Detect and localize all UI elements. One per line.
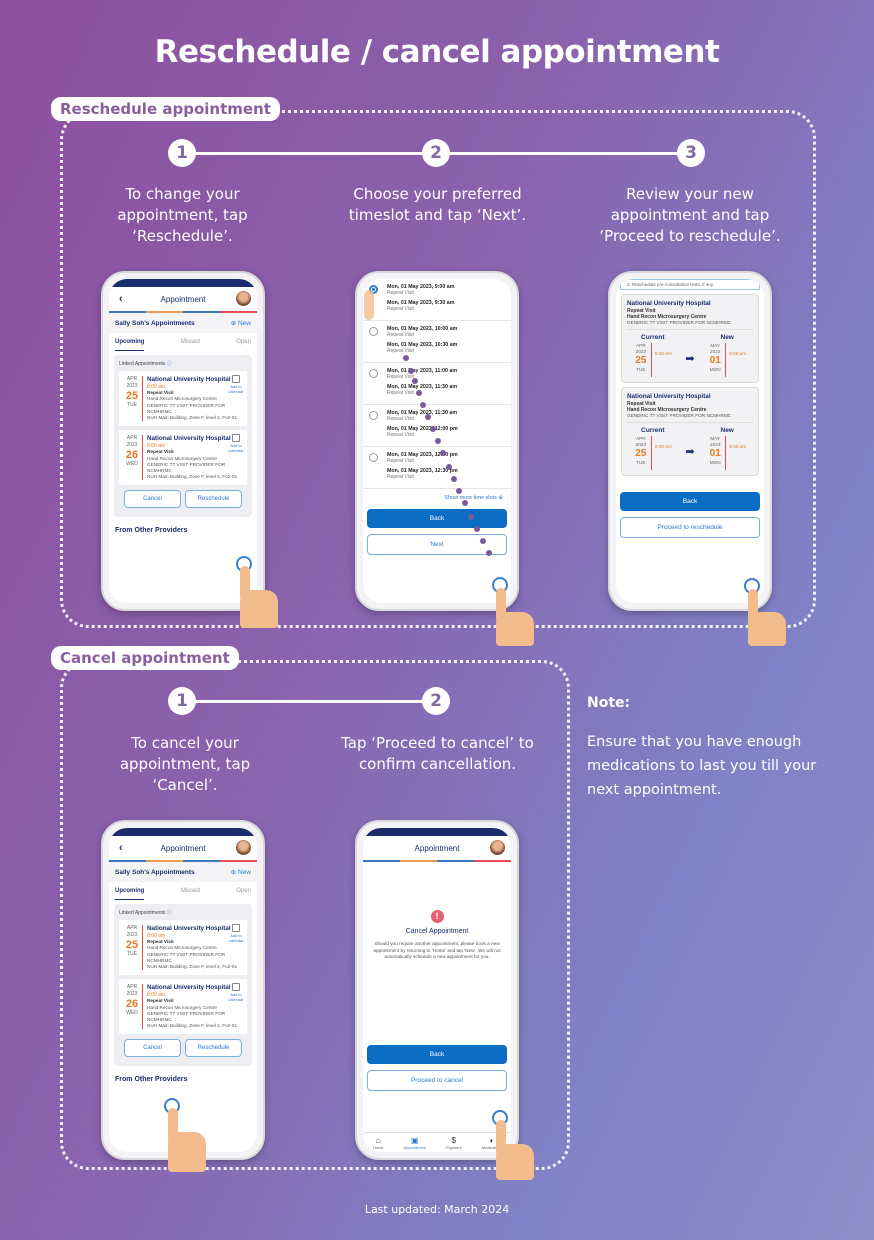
step-3-badge: 3 [677, 139, 705, 167]
appointment-card[interactable]: APR 2023 26 WED National University Hospita… [119, 430, 247, 486]
add-to-calendar-button[interactable]: Add to calendar [228, 924, 244, 943]
reschedule-button[interactable]: Reschedule [185, 490, 242, 509]
hand-palm-icon [748, 612, 786, 646]
note-title: Note: [587, 695, 631, 711]
linked-appointments-label: Linked Appointments ⓘ [119, 361, 172, 367]
home-icon: ⌂ [375, 1135, 381, 1145]
app-header-title: Appointment [160, 843, 206, 853]
linked-appointments-label: Linked Appointments ⓘ [119, 910, 172, 916]
tab-upcoming[interactable]: Upcoming [115, 339, 145, 351]
tab-open[interactable]: Open [236, 888, 251, 900]
owner-label: Sally Soh's Appointments [115, 319, 195, 327]
step-2-text: Tap ‘Proceed to cancel’ to confirm cance… [341, 734, 534, 773]
timeslot-group[interactable]: Mon, 01 May 2023, 12:00 pm Repeat Visit M… [363, 447, 511, 489]
step-1-text: To cancel your appointment, tap ‘Cancel’… [119, 734, 251, 794]
tab-missed[interactable]: Missed [181, 339, 200, 351]
proceed-to-cancel-button[interactable]: Proceed to cancel [367, 1069, 507, 1091]
cancel-button[interactable]: Cancel [124, 1039, 181, 1058]
reschedule-button[interactable]: Reschedule [185, 1039, 242, 1058]
calendar-icon [232, 375, 240, 383]
other-providers-heading: From Other Providers [115, 1076, 188, 1084]
hand-palm-icon [240, 590, 278, 628]
appointment-card[interactable]: APR 2023 26 WED National University Hospita… [119, 979, 247, 1035]
plus-circle-icon: ⊕ [498, 495, 503, 501]
step-2-badge: 2 [422, 139, 450, 167]
add-to-calendar-button[interactable]: Add to calendar [228, 983, 244, 1002]
calendar-icon: ▣ [411, 1135, 419, 1145]
reschedule-section-label: Reschedule appointment [51, 97, 280, 121]
back-button[interactable]: Back [367, 509, 507, 528]
arrow-right-icon: ➡ [685, 353, 695, 365]
calendar-icon [232, 983, 240, 992]
radio-button[interactable] [369, 327, 378, 336]
tab-missed[interactable]: Missed [181, 888, 200, 900]
tab-upcoming[interactable]: Upcoming [115, 888, 145, 900]
radio-button[interactable] [369, 411, 378, 420]
app-header-title: Appointment [160, 294, 206, 304]
cancel-dialog-title: Cancel Appointment [405, 928, 469, 935]
hand-palm-icon [496, 612, 534, 646]
phone-cancel-confirm: Appointment ! Cancel Appointment Should … [355, 820, 519, 1160]
phone-review-reschedule: 2. Reschedule pre-consultation tests, if… [608, 271, 772, 611]
step-connector [195, 700, 435, 703]
new-appointment-button[interactable]: ⊕ New [231, 319, 251, 327]
nav-home[interactable]: ⌂ Home [373, 1136, 384, 1150]
cancel-dialog-message: Should you require another appointment, … [373, 941, 501, 959]
review-card: National University Hospital Repeat Visi… [621, 294, 759, 383]
timeslot-group[interactable]: Mon, 01 May 2023, 10:00 am Repeat Visit M… [363, 321, 511, 363]
nav-payment[interactable]: $ Payment [446, 1136, 462, 1150]
alert-icon: ! [430, 910, 444, 923]
hand-palm-icon [496, 1144, 534, 1180]
nav-appointment[interactable]: ▣ Appointment [404, 1136, 426, 1150]
back-button[interactable]: Back [367, 1044, 507, 1064]
appointment-card[interactable]: APR 2023 25 TUE National University Hospita… [119, 371, 247, 427]
tab-open[interactable]: Open [236, 339, 251, 351]
step-3-text: Review your new appointment and tap ‘Pro… [599, 185, 781, 245]
app-header-title: Appointment [414, 843, 460, 853]
back-arrow-icon[interactable]: ‹ [119, 293, 123, 305]
dollar-icon: $ [451, 1135, 457, 1145]
add-to-calendar-button[interactable]: Add to calendar [228, 434, 244, 453]
cancel-button[interactable]: Cancel [124, 490, 181, 509]
last-updated: Last updated: March 2024 [364, 1203, 510, 1216]
phone-appointment-list-cancel: ‹ Appointment Sally Soh's Appointments ⊕ N… [101, 820, 265, 1160]
help-icon[interactable]: ⓘ [167, 361, 172, 367]
hand-palm-icon [168, 1132, 206, 1172]
other-providers-heading: From Other Providers [115, 527, 188, 535]
radio-button[interactable] [369, 453, 378, 462]
avatar[interactable] [236, 291, 251, 306]
calendar-icon [232, 434, 240, 443]
arrow-right-icon: ➡ [685, 446, 695, 458]
help-icon[interactable]: ⓘ [167, 910, 172, 916]
radio-button[interactable] [369, 369, 378, 378]
avatar[interactable] [236, 840, 251, 855]
step-2-badge: 2 [422, 687, 450, 715]
back-arrow-icon[interactable]: ‹ [119, 842, 123, 854]
review-note: 2. Reschedule pre-consultation tests, if… [620, 279, 760, 290]
owner-label: Sally Soh's Appointments [115, 868, 195, 876]
appointment-card[interactable]: APR 2023 25 TUE National University Hospita… [119, 920, 247, 976]
page-title: Reschedule / cancel appointment [154, 34, 720, 70]
timeslot-group[interactable]: Mon, 01 May 2023, 11:00 am Repeat Visit M… [363, 363, 511, 405]
step-1-badge: 1 [168, 139, 196, 167]
review-card: National University Hospital Repeat Visi… [621, 387, 759, 476]
hand-pointer-icon [364, 290, 374, 320]
add-to-calendar-button[interactable]: Add to calendar [228, 375, 244, 394]
step-2-text: Choose your preferred timeslot and tap ‘… [348, 185, 527, 224]
step-1-badge: 1 [168, 687, 196, 715]
timeslot-group[interactable]: Mon, 01 May 2023, 9:00 am Repeat Visit Mo… [363, 279, 511, 321]
show-more-timeslots-link[interactable]: Show more time slots ⊕ [363, 489, 511, 509]
step-1-text: To change your appointment, tap ‘Resched… [117, 185, 248, 245]
new-appointment-button[interactable]: ⊕ New [231, 868, 251, 876]
note-text: Ensure that you have enough medications … [587, 734, 817, 798]
back-button[interactable]: Back [620, 492, 760, 511]
avatar[interactable] [490, 840, 505, 855]
proceed-to-reschedule-button[interactable]: Proceed to reschedule [620, 517, 760, 538]
cancel-section-label: Cancel appointment [51, 646, 239, 670]
calendar-icon [232, 924, 240, 932]
